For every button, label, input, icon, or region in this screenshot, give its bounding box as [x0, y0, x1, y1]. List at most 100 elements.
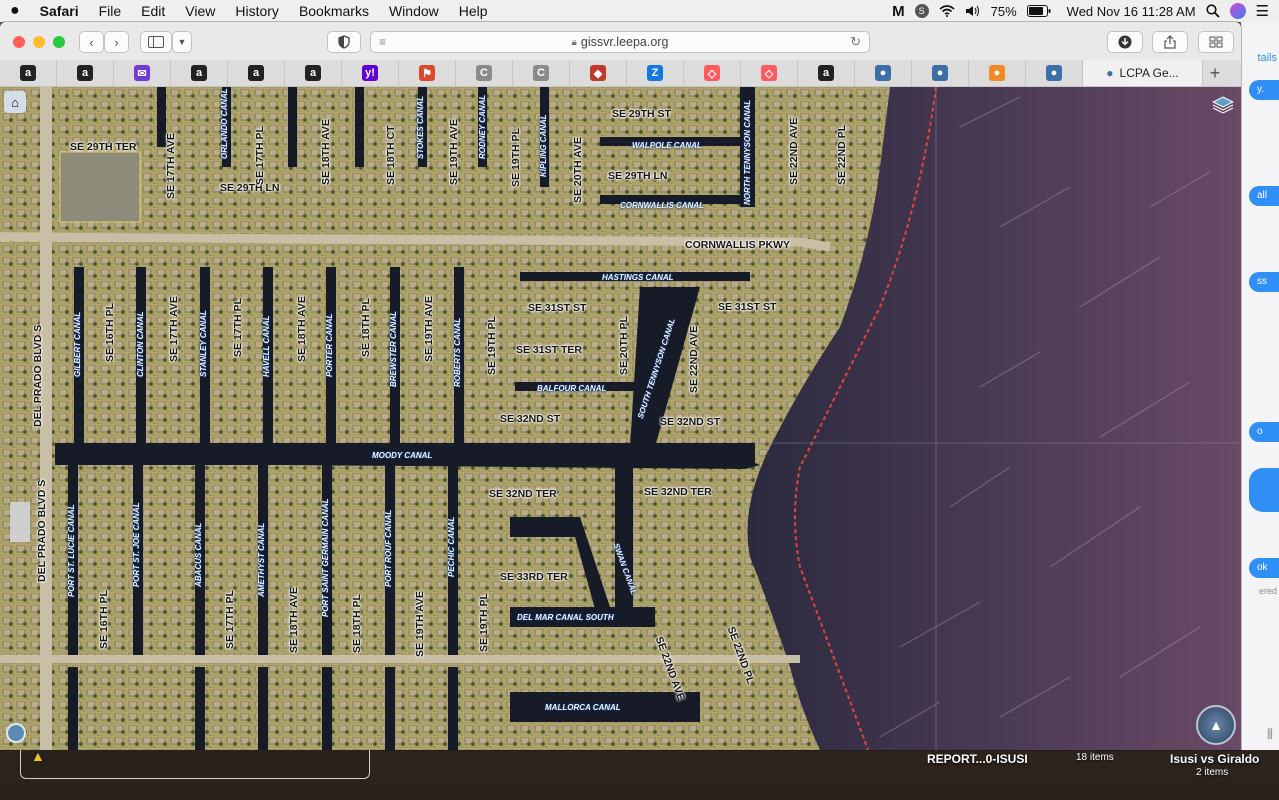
street-label: SE 32ND ST	[500, 413, 561, 425]
zoom-window-button[interactable]	[53, 36, 65, 48]
canal-label: DEL MAR CANAL SOUTH	[517, 613, 614, 622]
volume-icon[interactable]	[965, 2, 981, 20]
canal-label: WALPOLE CANAL	[632, 141, 702, 150]
sidebar-icon	[148, 36, 164, 48]
menu-bookmarks[interactable]: Bookmarks	[289, 3, 379, 19]
canal-label: AMETHYST CANAL	[257, 522, 266, 597]
pinned-tab[interactable]: a	[57, 60, 114, 86]
street-label: SE 18TH PL	[351, 594, 363, 653]
compass-navigation-button[interactable]: ▲	[1196, 705, 1236, 745]
home-extent-button[interactable]: ⌂	[4, 91, 26, 113]
active-tab[interactable]: ● LCPA Ge...	[1083, 60, 1203, 86]
street-label: SE 22ND AVE	[688, 325, 700, 393]
menu-view[interactable]: View	[175, 3, 225, 19]
street-label: DEL PRADO BLVD S	[32, 324, 44, 427]
minimize-window-button[interactable]	[33, 36, 45, 48]
battery-icon[interactable]	[1026, 2, 1051, 20]
chevron-left-icon: ‹	[89, 34, 94, 50]
menu-history[interactable]: History	[225, 3, 289, 19]
amazon-icon: a	[77, 65, 93, 81]
chevron-right-icon: ›	[114, 34, 119, 50]
messages-window-sliver[interactable]: tails y. all ss o ok ered ⦀	[1241, 22, 1279, 750]
close-window-button[interactable]	[13, 36, 25, 48]
street-label: SE 29TH TER	[70, 141, 137, 153]
canal-label: MALLORCA CANAL	[545, 703, 621, 712]
pinned-tab[interactable]: ◆	[570, 60, 627, 86]
siri-icon[interactable]	[1229, 3, 1246, 19]
skype-status-icon[interactable]: S	[914, 4, 929, 18]
messages-details-link[interactable]: tails	[1257, 52, 1277, 64]
message-bubble: ss	[1249, 272, 1279, 292]
reader-view-icon[interactable]: ≡	[379, 35, 386, 49]
desktop-folder-count: 18 items	[1076, 752, 1114, 763]
pinned-tab[interactable]: ●	[855, 60, 912, 86]
amazon-icon: a	[191, 65, 207, 81]
notification-center-icon[interactable]: ☰	[1256, 2, 1269, 20]
street-label: SE 22ND PL	[836, 124, 848, 185]
canal-label: ROBERTS CANAL	[453, 317, 462, 387]
new-tab-button[interactable]: +	[1203, 60, 1227, 86]
share-button[interactable]	[1152, 31, 1188, 53]
desktop-file-label[interactable]: REPORT...0-ISUSI	[927, 752, 1028, 766]
message-bubble: ok	[1249, 558, 1279, 578]
app-menu-safari[interactable]: Safari	[30, 3, 89, 19]
message-bubble: o	[1249, 422, 1279, 442]
sidebar-toggle-button[interactable]	[140, 31, 172, 53]
pinned-tab[interactable]: y!	[342, 60, 399, 86]
audio-waveform-icon[interactable]: ⦀	[1267, 726, 1273, 743]
pinned-tab[interactable]: ◇	[684, 60, 741, 86]
browser-toolbar: ‹ › ▼ ≡ 🔒︎ gissvr.leepa.org ↻	[0, 22, 1241, 61]
battery-percent: 75%	[990, 3, 1017, 19]
pinned-tab[interactable]: a	[0, 60, 57, 86]
downloads-button[interactable]	[1107, 31, 1143, 53]
menu-window[interactable]: Window	[379, 3, 449, 19]
tab-options-button[interactable]: ▼	[172, 31, 192, 53]
zillow-icon: Z	[647, 65, 663, 81]
street-label: SE 18TH AVE	[288, 587, 300, 653]
spotlight-search-icon[interactable]	[1205, 2, 1220, 20]
street-label: SE 32ND TER	[644, 486, 712, 498]
menu-bar: ● Safari File Edit View History Bookmark…	[0, 0, 1279, 22]
tab-overview-button[interactable]	[1198, 31, 1234, 53]
gis-map-view[interactable]: SE 29TH TER SE 29TH LN SE 29TH ST SE 29T…	[0, 87, 1241, 750]
wifi-icon[interactable]	[939, 2, 955, 20]
street-label: SE 31ST TER	[516, 344, 582, 356]
layers-button[interactable]	[1212, 95, 1236, 119]
pinned-tab[interactable]: ●	[969, 60, 1026, 86]
pinned-tab[interactable]: ✉	[114, 60, 171, 86]
c-icon: C	[476, 65, 492, 81]
amazon-icon: a	[20, 65, 36, 81]
menu-clock[interactable]: Wed Nov 16 11:28 AM	[1067, 4, 1196, 19]
shield-icon	[338, 35, 350, 49]
pinned-tab[interactable]: a	[171, 60, 228, 86]
menu-edit[interactable]: Edit	[131, 3, 175, 19]
street-label: SE 18TH AVE	[320, 119, 332, 185]
desktop-folder-label[interactable]: Isusi vs Giraldo	[1170, 752, 1259, 766]
pinned-tab[interactable]: ◇	[741, 60, 798, 86]
pinned-tab[interactable]: ●	[1026, 60, 1083, 86]
pinned-tab[interactable]: a	[228, 60, 285, 86]
gmail-status-icon[interactable]: M	[892, 2, 905, 20]
reload-icon[interactable]: ↻	[850, 34, 861, 50]
pinned-tab[interactable]: ●	[912, 60, 969, 86]
pinned-tab[interactable]: Z	[627, 60, 684, 86]
pinned-tab[interactable]: C	[513, 60, 570, 86]
privacy-report-button[interactable]	[327, 31, 361, 53]
canal-label: PORT ST. LUCIE CANAL	[67, 504, 76, 597]
menu-file[interactable]: File	[89, 3, 132, 19]
globe-overview-button[interactable]	[6, 723, 26, 743]
apple-icon[interactable]: ●	[0, 2, 30, 20]
pinned-tab[interactable]: a	[285, 60, 342, 86]
street-label: SE 29TH LN	[220, 182, 280, 194]
menu-help[interactable]: Help	[449, 3, 498, 19]
news-icon: ⚑	[419, 65, 435, 81]
pinned-tab[interactable]: a	[798, 60, 855, 86]
back-button[interactable]: ‹	[79, 31, 104, 53]
pinned-tab[interactable]: C	[456, 60, 513, 86]
street-label: SE 19TH PL	[510, 128, 522, 187]
pinned-tab[interactable]: ⚑	[399, 60, 456, 86]
address-bar[interactable]: ≡ 🔒︎ gissvr.leepa.org ↻	[370, 31, 870, 53]
street-label: SE 19TH PL	[486, 316, 498, 375]
forward-button[interactable]: ›	[104, 31, 129, 53]
lock-icon: 🔒︎	[571, 36, 577, 48]
